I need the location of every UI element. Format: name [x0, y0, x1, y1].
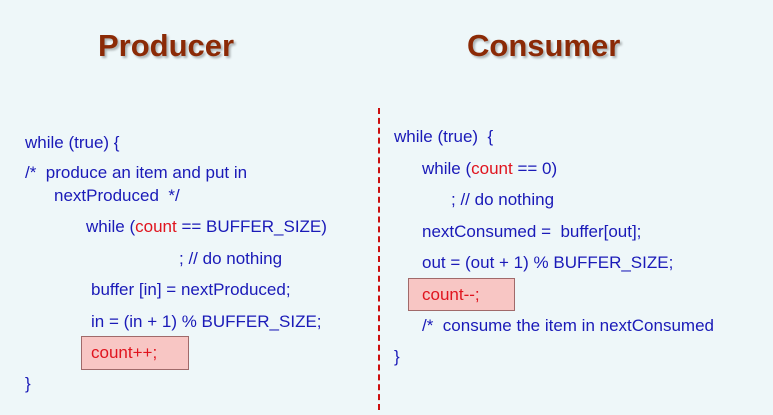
producer-line-do-nothing: ; // do nothing	[179, 249, 283, 268]
producer-while-condition: == BUFFER_SIZE)	[176, 217, 327, 236]
producer-line-close-brace: }	[25, 374, 31, 393]
consumer-count-keyword: count	[471, 159, 513, 178]
consumer-line-out-increment: out = (out + 1) % BUFFER_SIZE;	[422, 253, 674, 272]
producer-line-comment-2: nextProduced */	[54, 186, 180, 205]
producer-count-keyword: count	[135, 217, 177, 236]
consumer-count-dec-keyword: count	[422, 285, 464, 304]
consumer-line-comment: /* consume the item in nextConsumed	[422, 316, 714, 335]
consumer-line-do-nothing: ; // do nothing	[451, 190, 555, 209]
consumer-count-dec-op: --;	[463, 285, 480, 304]
producer-line-in-increment: in = (in + 1) % BUFFER_SIZE;	[91, 312, 322, 331]
consumer-line-while-true: while (true) {	[394, 127, 494, 146]
producer-line-while-true: while (true) {	[25, 133, 120, 152]
producer-count-inc-op: ++;	[132, 343, 158, 362]
producer-line-while-full: while (count == BUFFER_SIZE)	[86, 217, 327, 237]
producer-line-comment-1: /* produce an item and put in	[25, 163, 248, 182]
producer-while-prefix: while (	[86, 217, 136, 236]
consumer-line-count-decrement: count--;	[422, 285, 480, 305]
consumer-title: Consumer	[467, 28, 621, 63]
consumer-line-while-empty: while (count == 0)	[422, 159, 557, 179]
consumer-while-prefix: while (	[422, 159, 472, 178]
producer-line-count-increment: count++;	[91, 343, 157, 363]
consumer-while-condition: == 0)	[512, 159, 558, 178]
producer-count-inc-keyword: count	[91, 343, 133, 362]
dashed-divider	[378, 108, 380, 410]
producer-line-buffer-assign: buffer [in] = nextProduced;	[91, 280, 291, 299]
consumer-line-next-consumed: nextConsumed = buffer[out];	[422, 222, 642, 241]
consumer-line-close-brace: }	[394, 347, 400, 366]
producer-title: Producer	[98, 28, 235, 63]
